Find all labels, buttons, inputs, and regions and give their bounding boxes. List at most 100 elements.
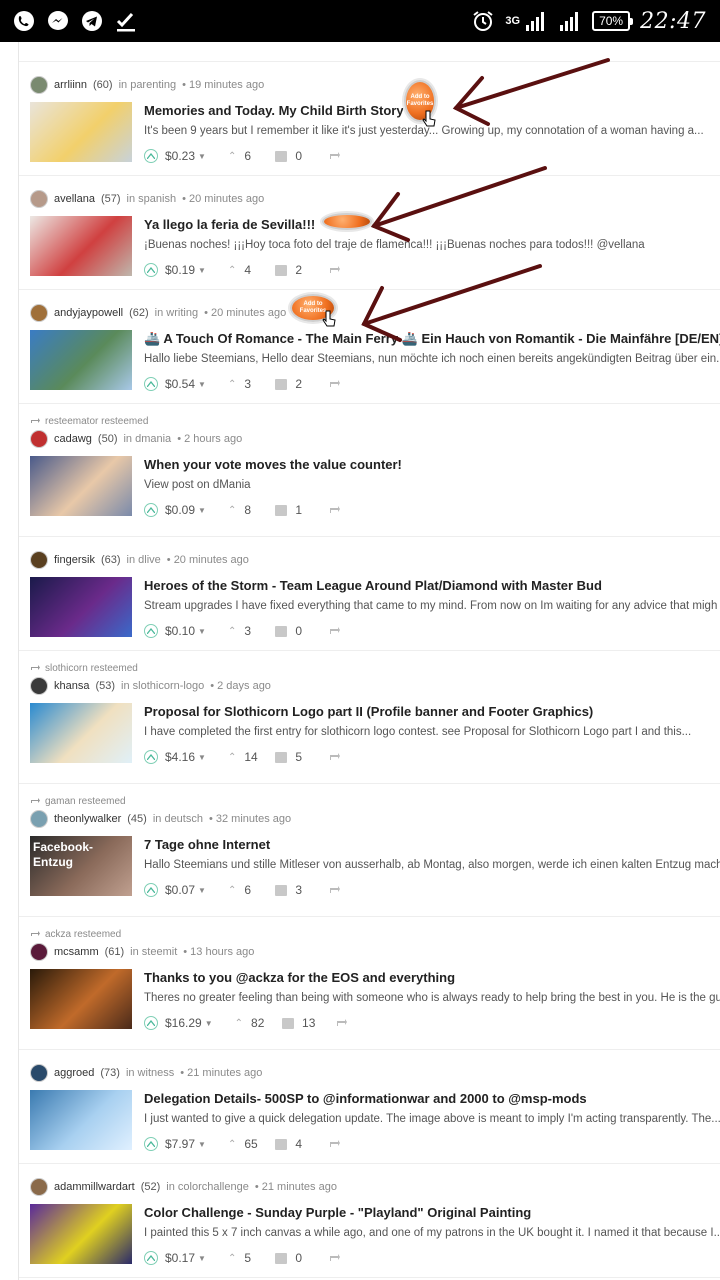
comment-icon[interactable]: [275, 884, 288, 896]
post-summary[interactable]: ¡Buenas noches! ¡¡¡Hoy toca foto del tra…: [144, 239, 720, 255]
vote-count[interactable]: 5: [244, 1251, 272, 1265]
post-feed[interactable]: arrliinn (60) in parenting • 19 minutes …: [18, 42, 720, 1280]
author-link[interactable]: adammillwardart: [54, 1181, 135, 1193]
upvote-icon[interactable]: [144, 1251, 158, 1265]
post-title[interactable]: Color Challenge - Sunday Purple - "Playl…: [144, 1205, 720, 1223]
post-title[interactable]: 7 Tage ohne Internet: [144, 837, 720, 855]
avatar[interactable]: [30, 677, 48, 695]
post-thumbnail[interactable]: [30, 102, 132, 162]
post-title[interactable]: Delegation Details- 500SP to @informatio…: [144, 1091, 720, 1109]
author-link[interactable]: aggroed: [54, 1067, 94, 1079]
vote-count[interactable]: 6: [244, 883, 272, 897]
post-thumbnail[interactable]: Facebook-Entzug: [30, 836, 132, 896]
post-item[interactable]: resteemator resteemed cadawg (50) in dma…: [19, 404, 720, 537]
reblog-icon[interactable]: [329, 752, 341, 762]
post-summary[interactable]: View post on dMania: [144, 479, 720, 495]
payout-value[interactable]: $0.10: [165, 624, 195, 638]
comment-icon[interactable]: [275, 625, 288, 637]
avatar[interactable]: [30, 1064, 48, 1082]
upvote-icon[interactable]: [144, 503, 158, 517]
chevron-down-icon[interactable]: ▼: [198, 886, 206, 895]
comment-icon[interactable]: [275, 378, 288, 390]
comment-count[interactable]: 5: [295, 750, 323, 764]
reblog-icon[interactable]: [329, 151, 341, 161]
chevron-down-icon[interactable]: ▼: [198, 506, 206, 515]
vote-count[interactable]: 6: [244, 149, 272, 163]
payout-value[interactable]: $0.09: [165, 503, 195, 517]
vote-count[interactable]: 14: [244, 750, 272, 764]
category-link[interactable]: in writing: [155, 307, 198, 319]
reblog-icon[interactable]: [329, 379, 341, 389]
post-item[interactable]: slothicorn resteemed khansa (53) in slot…: [19, 651, 720, 784]
payout-value[interactable]: $16.29: [165, 1016, 202, 1030]
post-summary[interactable]: Hallo liebe Steemians, Hello dear Steemi…: [144, 353, 720, 369]
vote-count[interactable]: 4: [244, 263, 272, 277]
post-item[interactable]: fingersik (63) in dlive • 20 minutes ago…: [19, 537, 720, 651]
post-summary[interactable]: Theres no greater feeling than being wit…: [144, 992, 720, 1008]
chevron-down-icon[interactable]: ▼: [198, 1254, 206, 1263]
upvote-icon[interactable]: [144, 883, 158, 897]
reblog-icon[interactable]: [329, 1253, 341, 1263]
comment-icon[interactable]: [282, 1017, 295, 1029]
category-link[interactable]: in witness: [126, 1067, 174, 1079]
category-link[interactable]: in deutsch: [153, 813, 203, 825]
post-thumbnail[interactable]: [30, 456, 132, 516]
post-item[interactable]: arrliinn (60) in parenting • 19 minutes …: [19, 62, 720, 176]
comment-count[interactable]: 3: [295, 883, 323, 897]
avatar[interactable]: [30, 304, 48, 322]
post-thumbnail[interactable]: [30, 216, 132, 276]
comment-icon[interactable]: [275, 264, 288, 276]
post-title[interactable]: Proposal for Slothicorn Logo part II (Pr…: [144, 704, 720, 722]
author-link[interactable]: theonlywalker: [54, 813, 121, 825]
chevron-down-icon[interactable]: ▼: [205, 1019, 213, 1028]
author-link[interactable]: cadawg: [54, 433, 92, 445]
reblog-icon[interactable]: [329, 885, 341, 895]
author-link[interactable]: arrliinn: [54, 79, 87, 91]
post-title[interactable]: 🚢 A Touch Of Romance - The Main Ferry 🚢 …: [144, 331, 720, 349]
category-link[interactable]: in slothicorn-logo: [121, 680, 204, 692]
payout-value[interactable]: $4.16: [165, 750, 195, 764]
category-link[interactable]: in steemit: [130, 946, 177, 958]
comment-count[interactable]: 0: [295, 149, 323, 163]
post-thumbnail[interactable]: [30, 330, 132, 390]
post-summary[interactable]: I have completed the first entry for slo…: [144, 726, 720, 742]
vote-count[interactable]: 65: [244, 1137, 272, 1151]
post-thumbnail[interactable]: [30, 1204, 132, 1264]
category-link[interactable]: in dmania: [123, 433, 171, 445]
upvote-icon[interactable]: [144, 750, 158, 764]
avatar[interactable]: [30, 1178, 48, 1196]
post-item[interactable]: aggroed (73) in witness • 21 minutes ago…: [19, 1050, 720, 1164]
upvote-icon[interactable]: [144, 263, 158, 277]
post-thumbnail[interactable]: [30, 577, 132, 637]
add-to-favorites-button-2[interactable]: [322, 213, 372, 230]
author-link[interactable]: khansa: [54, 680, 89, 692]
vote-count[interactable]: 3: [244, 377, 272, 391]
reblog-icon[interactable]: [336, 1018, 348, 1028]
upvote-icon[interactable]: [144, 1016, 158, 1030]
avatar[interactable]: [30, 190, 48, 208]
post-item[interactable]: ackza resteemed mcsamm (61) in steemit •…: [19, 917, 720, 1050]
avatar[interactable]: [30, 810, 48, 828]
payout-value[interactable]: $0.07: [165, 883, 195, 897]
upvote-icon[interactable]: [144, 377, 158, 391]
avatar[interactable]: [30, 943, 48, 961]
post-title[interactable]: Ya llego la feria de Sevilla!!!: [144, 217, 720, 235]
post-item[interactable]: andyjaypowell (62) in writing • 20 minut…: [19, 290, 720, 404]
post-title[interactable]: Heroes of the Storm - Team League Around…: [144, 578, 720, 596]
comment-count[interactable]: 2: [295, 377, 323, 391]
chevron-down-icon[interactable]: ▼: [198, 1140, 206, 1149]
comment-icon[interactable]: [275, 1252, 288, 1264]
comment-count[interactable]: 0: [295, 624, 323, 638]
comment-icon[interactable]: [275, 751, 288, 763]
chevron-down-icon[interactable]: ▼: [198, 152, 206, 161]
post-summary[interactable]: Stream upgrades I have fixed everything …: [144, 600, 720, 616]
post-summary[interactable]: Hallo Steemians und stille Mitleser von …: [144, 859, 720, 875]
author-link[interactable]: mcsamm: [54, 946, 99, 958]
reblog-icon[interactable]: [329, 265, 341, 275]
category-link[interactable]: in parenting: [119, 79, 177, 91]
vote-count[interactable]: 82: [251, 1016, 279, 1030]
chevron-down-icon[interactable]: ▼: [198, 380, 206, 389]
post-title[interactable]: Thanks to you @ackza for the EOS and eve…: [144, 970, 720, 988]
avatar[interactable]: [30, 76, 48, 94]
author-link[interactable]: andyjaypowell: [54, 307, 123, 319]
